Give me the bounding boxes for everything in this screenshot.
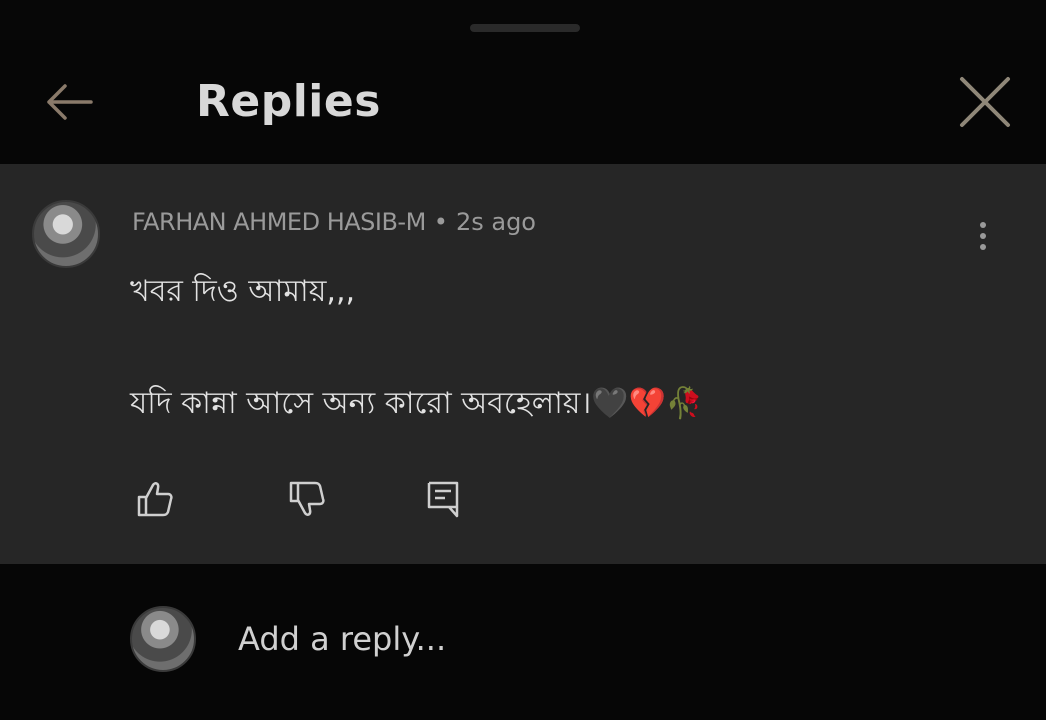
comment-author[interactable]: FARHAN AHMED HASIB-M [132, 208, 426, 236]
comment-timestamp: 2s ago [455, 208, 536, 236]
more-vertical-icon [980, 222, 986, 228]
more-options-button[interactable] [966, 214, 1000, 258]
reply-button[interactable] [418, 474, 468, 524]
user-avatar [130, 606, 196, 672]
comment-item: FARHAN AHMED HASIB-M • 2s ago খবর দিও আমায… [0, 164, 1046, 564]
meta-separator: • [433, 208, 448, 236]
back-button[interactable] [36, 74, 100, 130]
comment-meta: FARHAN AHMED HASIB-M • 2s ago [132, 208, 536, 236]
close-icon [960, 77, 1010, 127]
close-button[interactable] [950, 70, 1020, 134]
like-button[interactable] [130, 474, 180, 524]
reply-comment-icon [427, 481, 459, 518]
thumbs-up-icon [137, 482, 173, 517]
reply-composer [0, 564, 1046, 720]
comment-text: খবর দিও আমায়,,, যদি কান্না আসে অন্য কার… [130, 274, 704, 421]
replies-header: Replies [0, 40, 1046, 164]
avatar[interactable] [32, 200, 100, 268]
dislike-button[interactable] [282, 474, 332, 524]
page-title: Replies [196, 76, 381, 127]
arrow-left-icon [47, 84, 93, 120]
replies-sheet: Replies FARHAN AHMED HASIB-M • 2s ago খবর … [0, 0, 1046, 720]
drag-handle[interactable] [470, 24, 580, 32]
thumbs-down-icon [289, 481, 325, 516]
more-vertical-icon-dot [980, 233, 986, 239]
more-vertical-icon-dot [980, 244, 986, 250]
reply-input[interactable] [236, 612, 1000, 666]
